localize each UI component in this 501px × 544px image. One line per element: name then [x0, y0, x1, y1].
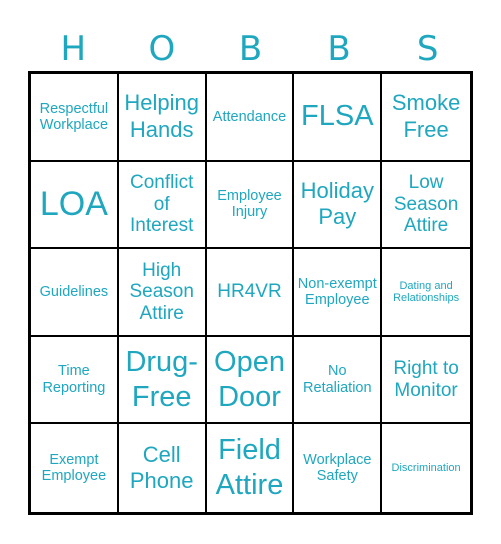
bingo-cell[interactable]: Workplace Safety	[294, 424, 383, 512]
bingo-cell[interactable]: Respectful Workplace	[31, 74, 119, 162]
bingo-cell[interactable]: Cell Phone	[119, 424, 207, 512]
bingo-cell[interactable]: Holiday Pay	[294, 161, 383, 250]
bingo-cell[interactable]: HR4VR	[206, 249, 295, 337]
header-letter-o: O	[148, 29, 176, 69]
bingo-cell[interactable]: Low Season Attire	[382, 162, 470, 250]
bingo-grid: Respectful Workplace Helping Hands Atten…	[28, 71, 473, 515]
bingo-cell[interactable]: High Season Attire	[118, 249, 207, 337]
bingo-cell[interactable]: Guidelines	[31, 249, 119, 337]
header-letter-h: H	[60, 29, 87, 69]
header-letter-b1: B	[238, 29, 263, 69]
header-letter-s: S	[416, 29, 439, 69]
header-letter-b2: B	[327, 29, 351, 69]
bingo-cell[interactable]: Non-exempt Employee	[294, 249, 383, 337]
bingo-cell[interactable]: Smoke Free	[382, 74, 470, 162]
bingo-cell[interactable]: Helping Hands	[118, 74, 207, 162]
bingo-cell[interactable]: No Retaliation	[294, 336, 383, 425]
bingo-cell[interactable]: Conflict of Interest	[118, 161, 207, 250]
bingo-cell[interactable]: Drug-Free	[118, 336, 207, 425]
bingo-cell[interactable]: Right to Monitor	[382, 337, 470, 425]
bingo-cell[interactable]: LOA	[31, 161, 119, 250]
bingo-cell[interactable]: Dating and Relationships	[382, 249, 470, 337]
bingo-header: H O B B S	[29, 28, 473, 70]
bingo-cell[interactable]: Discrimination	[382, 424, 470, 512]
bingo-cell[interactable]: Open Door	[206, 336, 295, 425]
bingo-cell[interactable]: Employee Injury	[206, 161, 295, 250]
bingo-cell[interactable]: Exempt Employee	[31, 424, 119, 512]
bingo-cell[interactable]: Field Attire	[207, 424, 295, 512]
bingo-cell[interactable]: FLSA	[294, 74, 383, 162]
bingo-cell[interactable]: Attendance	[206, 74, 295, 162]
bingo-cell[interactable]: Time Reporting	[31, 336, 119, 425]
